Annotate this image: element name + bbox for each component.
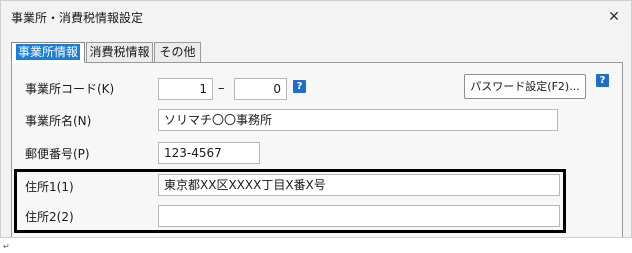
- close-button[interactable]: ✕: [597, 1, 631, 33]
- postal-code-input[interactable]: 123-4567: [158, 142, 260, 164]
- close-icon: ✕: [608, 9, 620, 25]
- password-help-icon[interactable]: ?: [596, 74, 609, 87]
- tab-consumption-tax-info-label: 消費税情報: [89, 45, 150, 59]
- address-highlight-frame: [14, 169, 566, 233]
- tab-other[interactable]: その他: [154, 42, 201, 63]
- office-name-label: 事業所名(N): [25, 114, 92, 128]
- office-name-input[interactable]: ソリマチ〇〇事務所: [158, 109, 558, 131]
- tab-consumption-tax-info[interactable]: 消費税情報: [86, 42, 153, 63]
- password-settings-button[interactable]: パスワード設定(F2)...: [464, 74, 586, 99]
- tab-other-label: その他: [159, 45, 196, 59]
- settings-dialog: 事業所・消費税情報設定 ✕ 事業所情報 消費税情報 その他 事業所コード(K) …: [0, 0, 632, 238]
- office-code-range-separator: –: [218, 81, 225, 96]
- window-title: 事業所・消費税情報設定: [11, 11, 144, 25]
- office-code-help-icon[interactable]: ?: [293, 80, 306, 93]
- return-mark: ↵: [3, 242, 10, 251]
- tab-office-info-label: 事業所情報: [15, 44, 80, 60]
- tab-office-info[interactable]: 事業所情報: [11, 42, 85, 63]
- office-code-label: 事業所コード(K): [25, 82, 115, 96]
- title-bar: 事業所・消費税情報設定 ✕: [1, 1, 631, 33]
- office-code-to-input[interactable]: 0: [234, 78, 287, 100]
- office-code-from-input[interactable]: 1: [158, 78, 213, 100]
- postal-code-label: 郵便番号(P): [25, 147, 90, 161]
